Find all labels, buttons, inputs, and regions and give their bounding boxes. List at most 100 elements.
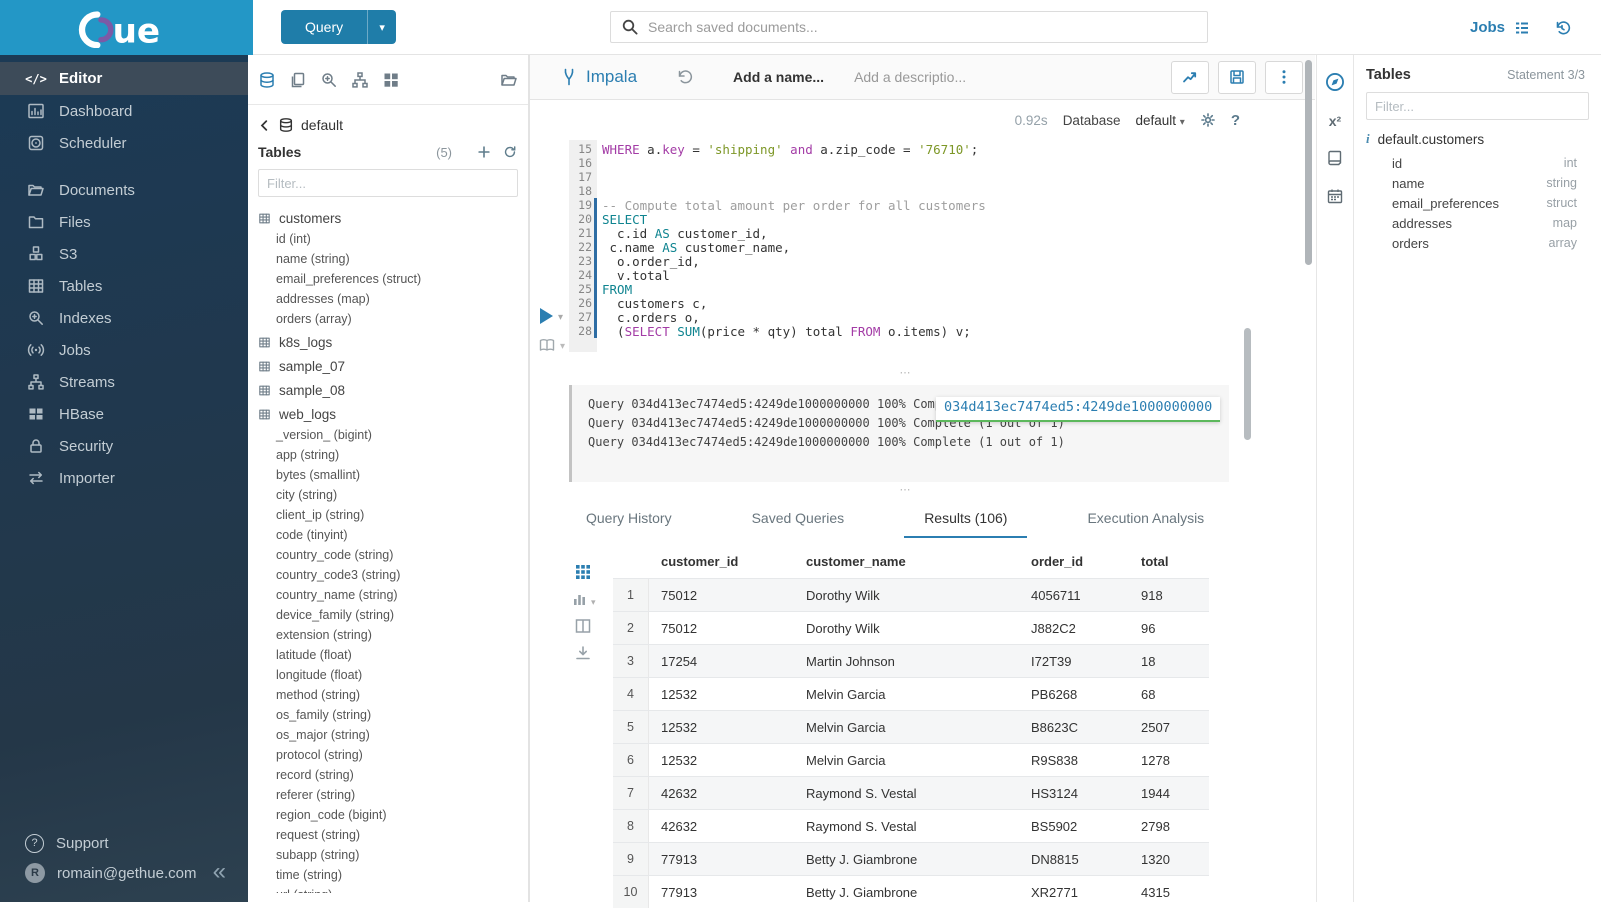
undo-history-icon[interactable]	[675, 68, 693, 86]
column-item[interactable]: _version_ (bigint)	[248, 425, 528, 445]
sidebar-item-dashboard[interactable]: Dashboard	[0, 95, 248, 127]
active-table-item[interactable]: i default.customers	[1366, 131, 1589, 147]
column-item[interactable]: country_code3 (string)	[248, 565, 528, 585]
column-item[interactable]: method (string)	[248, 685, 528, 705]
table-row[interactable]: 175012Dorothy Wilk4056711918	[613, 578, 1209, 611]
table-row[interactable]: 1077913Betty J. GiambroneXR27714315	[613, 875, 1209, 908]
query-description-field[interactable]: Add a descriptio...	[854, 69, 966, 85]
table-filter-input[interactable]	[258, 169, 518, 197]
database-select[interactable]: default ▾	[1135, 113, 1184, 128]
table-item-k8s-logs[interactable]: k8s_logs	[248, 331, 528, 353]
table-row[interactable]: 842632Raymond S. VestalBS59022798	[613, 809, 1209, 842]
column-item-addresses[interactable]: addressesmap	[1366, 213, 1589, 233]
download-icon[interactable]	[571, 644, 596, 662]
chart-view-icon[interactable]	[571, 590, 589, 608]
more-actions-button[interactable]	[1265, 61, 1303, 94]
table-row[interactable]: 412532Melvin GarciaPB626868	[613, 677, 1209, 710]
column-item[interactable]: latitude (float)	[248, 645, 528, 665]
run-options-caret[interactable]: ▾	[558, 312, 563, 323]
code-line[interactable]	[602, 184, 986, 198]
column-item[interactable]: id (int)	[248, 229, 528, 249]
chart-button[interactable]	[1171, 61, 1209, 94]
chevron-left-icon[interactable]	[258, 119, 271, 132]
column-item[interactable]: addresses (map)	[248, 289, 528, 309]
tab-query-history[interactable]: Query History	[566, 500, 692, 538]
column-item[interactable]: referer (string)	[248, 785, 528, 805]
column-item[interactable]: app (string)	[248, 445, 528, 465]
resize-handle[interactable]: ⋯	[886, 487, 926, 497]
folder-open-icon[interactable]	[500, 71, 518, 89]
column-item[interactable]: longitude (float)	[248, 665, 528, 685]
code-line[interactable]: WHERE a.key = 'shipping' and a.zip_code …	[602, 142, 986, 156]
table-row[interactable]: 275012Dorothy WilkJ882C296	[613, 611, 1209, 644]
hue-logo[interactable]: ue	[0, 0, 253, 55]
column-item[interactable]: orders (array)	[248, 309, 528, 329]
search-plus-icon[interactable]	[320, 71, 338, 89]
sidebar-item-s3[interactable]: S3	[0, 238, 248, 270]
sidebar-item-importer[interactable]: Importer	[0, 462, 248, 494]
sidebar-item-tables[interactable]: Tables	[0, 270, 248, 302]
assist-compass-icon[interactable]	[1324, 71, 1346, 93]
code-line[interactable]: (SELECT SUM(price * qty) total FROM o.it…	[602, 324, 986, 338]
code-line[interactable]	[602, 170, 986, 184]
grid-view-icon[interactable]	[571, 563, 596, 581]
code-lines[interactable]: WHERE a.key = 'shipping' and a.zip_code …	[602, 142, 986, 338]
column-header-order-id[interactable]: order_id	[1019, 545, 1129, 578]
column-header-total[interactable]: total	[1129, 545, 1209, 578]
column-item[interactable]: country_name (string)	[248, 585, 528, 605]
user-menu[interactable]: R romain@gethue.com	[0, 858, 248, 888]
info-icon[interactable]: i	[1366, 131, 1370, 147]
engine-selector[interactable]: Impala	[560, 67, 637, 87]
query-id-link[interactable]: 034d413ec7474ed5:4249de1000000000	[936, 397, 1220, 422]
code-line[interactable]: customers c,	[602, 296, 986, 310]
code-line[interactable]: o.order_id,	[602, 254, 986, 268]
functions-icon[interactable]: x²	[1329, 113, 1341, 129]
help-icon[interactable]: ?	[1231, 112, 1240, 129]
support-link[interactable]: ? Support	[0, 828, 248, 858]
chart-options-caret[interactable]: ▾	[591, 597, 596, 608]
column-item[interactable]: code (tinyint)	[248, 525, 528, 545]
column-item-name[interactable]: namestring	[1366, 173, 1589, 193]
sidebar-item-jobs[interactable]: Jobs	[0, 334, 248, 366]
sql-editor[interactable]: 1516171819202122232425262728 WHERE a.key…	[530, 140, 1315, 365]
new-query-button[interactable]: Query ▾	[281, 10, 396, 44]
column-item-email-preferences[interactable]: email_preferencesstruct	[1366, 193, 1589, 213]
column-item[interactable]: device_family (string)	[248, 605, 528, 625]
column-header-customer-id[interactable]: customer_id	[649, 545, 794, 578]
column-item[interactable]: extension (string)	[248, 625, 528, 645]
sidebar-item-indexes[interactable]: Indexes	[0, 302, 248, 334]
column-item-orders[interactable]: ordersarray	[1366, 233, 1589, 253]
save-button[interactable]	[1218, 61, 1256, 94]
column-item[interactable]: client_ip (string)	[248, 505, 528, 525]
search-input[interactable]	[648, 19, 1197, 35]
code-line[interactable]: c.orders o,	[602, 310, 986, 324]
table-item-customers[interactable]: customers	[248, 207, 528, 229]
sitemap-icon[interactable]	[351, 71, 369, 89]
code-line[interactable]: SELECT	[602, 212, 986, 226]
resize-handle[interactable]: ⋯	[886, 370, 926, 380]
query-name-field[interactable]: Add a name...	[733, 69, 824, 85]
collapse-sidebar-icon[interactable]: «	[213, 858, 226, 886]
column-item[interactable]: subapp (string)	[248, 845, 528, 865]
column-item[interactable]: bytes (smallint)	[248, 465, 528, 485]
table-row[interactable]: 612532Melvin GarciaR9S8381278	[613, 743, 1209, 776]
column-item[interactable]: protocol (string)	[248, 745, 528, 765]
settings-gear-icon[interactable]	[1200, 112, 1216, 128]
columns-view-icon[interactable]	[571, 617, 596, 635]
column-item[interactable]: region_code (bigint)	[248, 805, 528, 825]
sidebar-item-security[interactable]: Security	[0, 430, 248, 462]
right-assist-filter-input[interactable]	[1366, 92, 1589, 120]
table-row[interactable]: 977913Betty J. GiambroneDN88151320	[613, 842, 1209, 875]
schedule-calendar-icon[interactable]	[1326, 187, 1344, 205]
code-line[interactable]	[602, 156, 986, 170]
code-line[interactable]: v.total	[602, 268, 986, 282]
history-icon[interactable]	[1553, 19, 1571, 37]
sidebar-item-documents[interactable]: Documents	[0, 174, 248, 206]
table-row[interactable]: 512532Melvin GarciaB8623C2507	[613, 710, 1209, 743]
column-item[interactable]: os_major (string)	[248, 725, 528, 745]
query-dropdown-caret[interactable]: ▾	[367, 10, 396, 44]
apps-grid-icon[interactable]	[382, 71, 400, 89]
tab-results-106-[interactable]: Results (106)	[904, 500, 1027, 538]
add-table-icon[interactable]	[476, 144, 492, 160]
table-item-sample-08[interactable]: sample_08	[248, 379, 528, 401]
